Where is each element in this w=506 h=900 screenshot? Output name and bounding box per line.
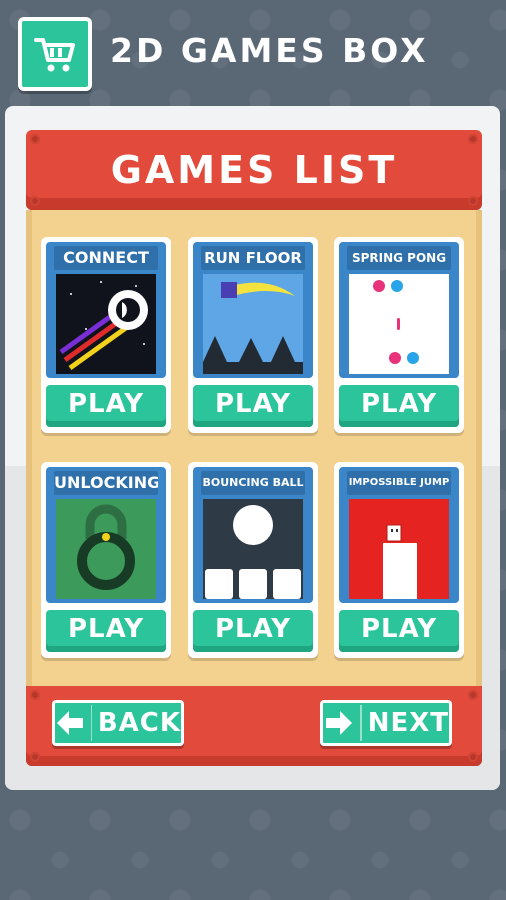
rivet bbox=[468, 690, 478, 700]
game-card-bouncing-ball[interactable]: BOUNCING BALL PLAY bbox=[188, 462, 318, 658]
game-title: RUN FLOOR bbox=[201, 246, 305, 270]
game-title: SPRING PONG bbox=[347, 246, 451, 270]
spring-pong-thumbnail bbox=[349, 274, 449, 374]
games-list-banner: GAMES LIST bbox=[26, 130, 482, 210]
run-floor-thumbnail bbox=[203, 274, 303, 374]
game-title: BOUNCING BALL bbox=[201, 471, 305, 495]
back-label: BACK bbox=[97, 708, 181, 738]
rivet bbox=[30, 752, 40, 762]
next-label: NEXT bbox=[367, 708, 449, 738]
next-button[interactable]: NEXT bbox=[320, 700, 452, 746]
page-title: GAMES LIST bbox=[110, 148, 398, 192]
game-title: CONNECT bbox=[54, 246, 158, 270]
rivet bbox=[30, 196, 40, 206]
rivet bbox=[30, 690, 40, 700]
game-title: UNLOCKING bbox=[54, 471, 158, 495]
app-header: 2D GAMES BOX bbox=[18, 17, 488, 91]
button-divider bbox=[360, 705, 362, 741]
play-button[interactable]: PLAY bbox=[193, 385, 313, 427]
play-button[interactable]: PLAY bbox=[339, 385, 459, 427]
game-card-spring-pong[interactable]: SPRING PONG PLAY bbox=[334, 237, 464, 433]
rivet bbox=[468, 752, 478, 762]
connect-thumbnail bbox=[56, 274, 156, 374]
game-card-impossible-jump[interactable]: IMPOSSIBLE JUMP PLAY bbox=[334, 462, 464, 658]
game-card-unlocking[interactable]: UNLOCKING PLAY bbox=[41, 462, 171, 658]
rivet bbox=[468, 196, 478, 206]
unlocking-thumbnail bbox=[56, 499, 156, 599]
game-card-connect[interactable]: CONNECT PLAY bbox=[41, 237, 171, 433]
game-title: IMPOSSIBLE JUMP bbox=[347, 471, 451, 495]
arrow-right-icon bbox=[323, 703, 354, 743]
rivet bbox=[30, 134, 40, 144]
play-button[interactable]: PLAY bbox=[339, 610, 459, 652]
game-card-run-floor[interactable]: RUN FLOOR PLAY bbox=[188, 237, 318, 433]
rivet bbox=[468, 134, 478, 144]
button-divider bbox=[91, 705, 92, 741]
store-button[interactable] bbox=[18, 17, 92, 91]
app-title: 2D GAMES BOX bbox=[110, 31, 429, 70]
impossible-jump-thumbnail bbox=[349, 499, 449, 599]
arrow-left-icon bbox=[55, 703, 85, 743]
bouncing-ball-thumbnail bbox=[203, 499, 303, 599]
play-button[interactable]: PLAY bbox=[46, 610, 166, 652]
play-button[interactable]: PLAY bbox=[46, 385, 166, 427]
back-button[interactable]: BACK bbox=[52, 700, 184, 746]
shopping-cart-icon bbox=[34, 38, 75, 72]
play-button[interactable]: PLAY bbox=[193, 610, 313, 652]
